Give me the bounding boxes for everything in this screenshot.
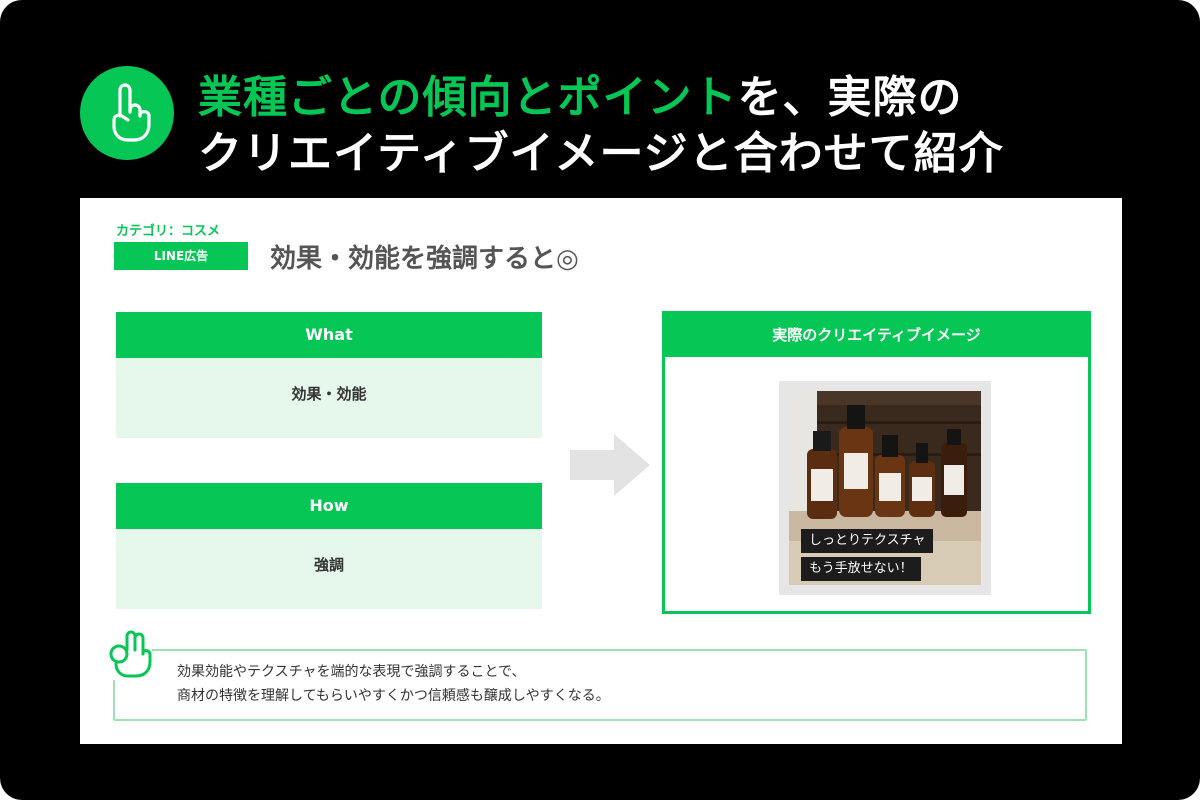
ok-hand-icon — [104, 628, 152, 684]
channel-tag: LINE広告 — [114, 242, 248, 270]
page-headline: 業種ごとの傾向とポイントを、実際の クリエイティブイメージと合わせて紹介 — [198, 70, 1158, 182]
creative-panel: 実際のクリエイティブイメージ しっとりテクスチャ もう手放せない！ — [662, 311, 1091, 614]
how-box: How 強調 — [116, 483, 542, 609]
headline-rest: を、実際の — [737, 72, 963, 123]
message-box: 効果効能やテクスチャを端的な表現で強調することで、 商材の特徴を理解してもらいや… — [113, 649, 1087, 721]
how-body: 強調 — [116, 529, 542, 609]
what-body: 効果・効能 — [116, 358, 542, 438]
category-label: カテゴリ：コスメ — [116, 224, 221, 239]
arrow-right-icon — [570, 434, 650, 500]
caption-line-2: もう手放せない！ — [801, 557, 921, 581]
what-box: What 効果・効能 — [116, 312, 542, 438]
what-header: What — [116, 312, 542, 358]
slide-title: 効果・効能を強調すると◎ — [270, 244, 579, 274]
message-line-2: 商材の特徴を理解してもらいやすくかつ信頼感も醸成しやすくなる。 — [177, 688, 610, 704]
how-header: How — [116, 483, 542, 529]
creative-header: 実際のクリエイティブイメージ — [665, 314, 1088, 357]
creative-image-frame: しっとりテクスチャ もう手放せない！ — [779, 381, 991, 595]
headline-line-2: クリエイティブイメージと合わせて紹介 — [198, 128, 1004, 179]
cosmetic-bottles-photo: しっとりテクスチャ もう手放せない！ — [789, 391, 981, 585]
pointing-hand-icon — [80, 66, 174, 160]
slide-frame: 業種ごとの傾向とポイントを、実際の クリエイティブイメージと合わせて紹介 カテゴ… — [0, 0, 1200, 800]
caption-line-1: しっとりテクスチャ — [801, 529, 934, 553]
content-slide: カテゴリ：コスメ LINE広告 効果・効能を強調すると◎ What 効果・効能 … — [80, 198, 1122, 744]
headline-highlight: 業種ごとの傾向とポイント — [198, 72, 738, 123]
message-line-1: 効果効能やテクスチャを端的な表現で強調することで、 — [177, 664, 526, 680]
